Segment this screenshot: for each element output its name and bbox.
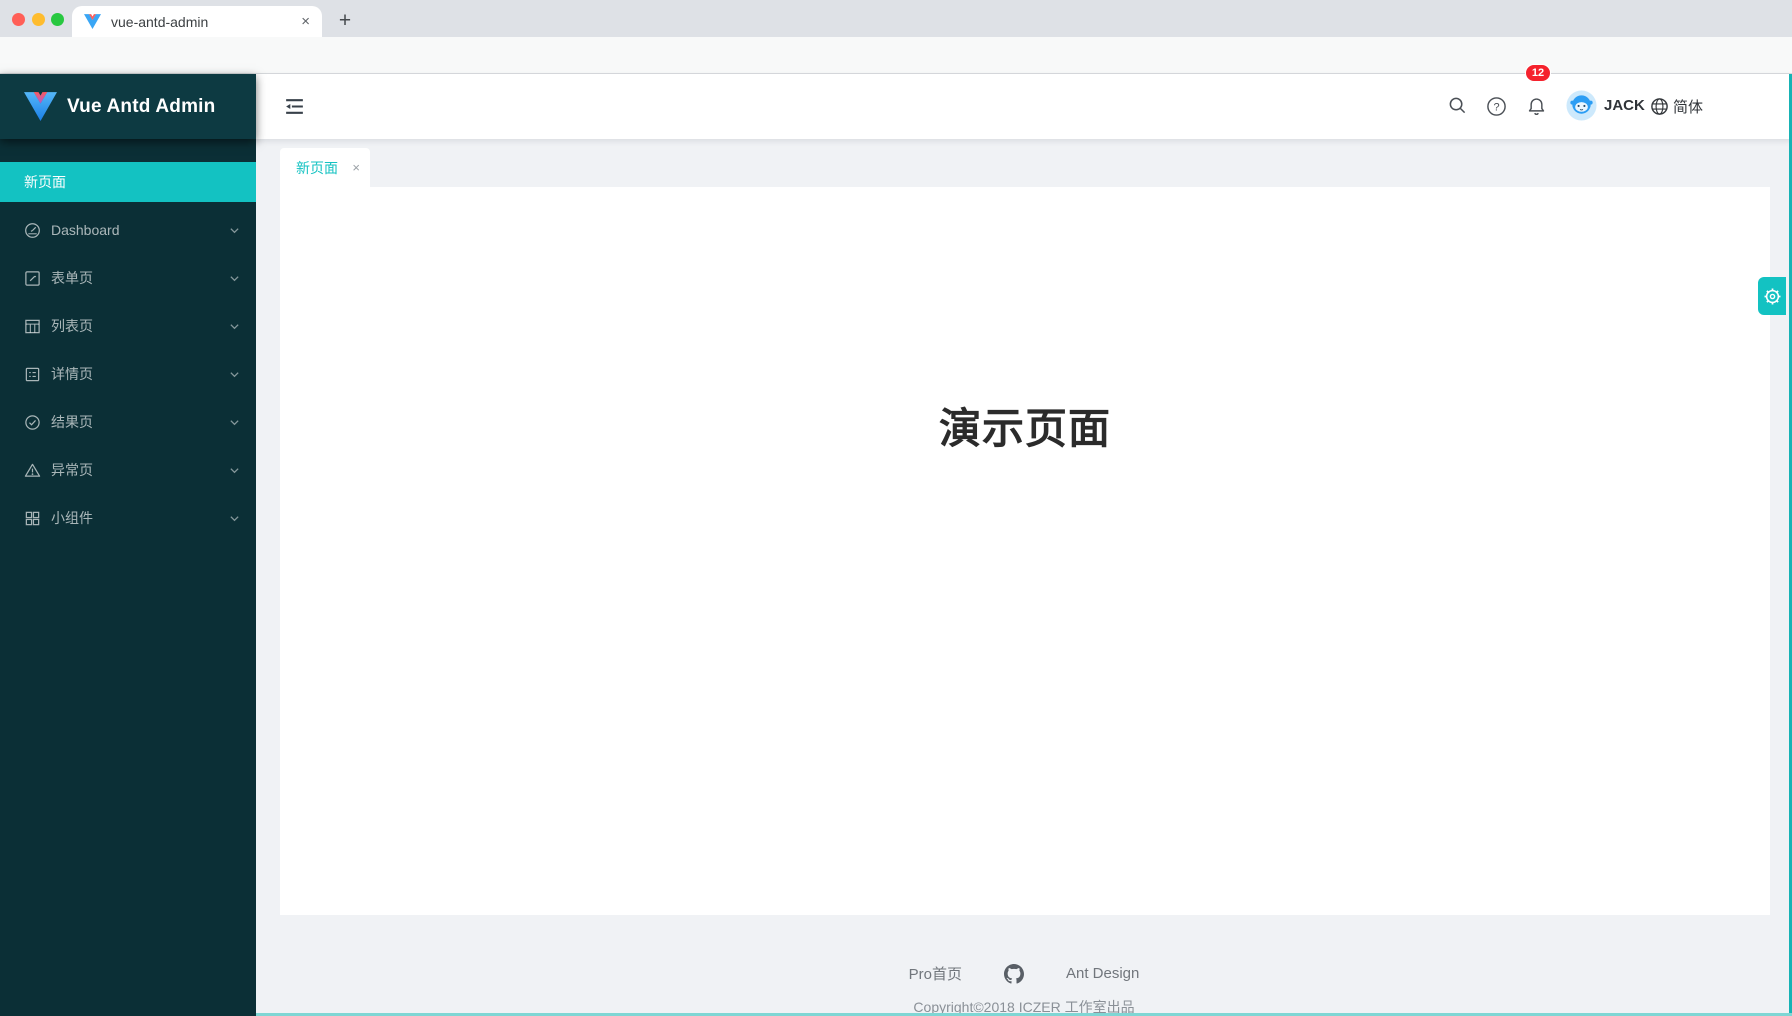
traffic-zoom-button[interactable]	[51, 13, 64, 26]
sidebar-item-label: 新页面	[24, 172, 240, 192]
browser-toolbar: ← → localhost:8080/#/newPage	[0, 37, 1792, 74]
sidebar-item-label: 异常页	[51, 460, 229, 480]
search-icon[interactable]	[1448, 96, 1467, 120]
settings-drawer-button[interactable]	[1758, 277, 1786, 315]
footer: Pro首页 Ant Design Copyright©2018 ICZER 工作…	[256, 915, 1792, 1016]
footer-link-pro-home[interactable]: Pro首页	[909, 963, 962, 984]
sidebar-logo[interactable]: Vue Antd Admin	[0, 74, 256, 139]
svg-text:?: ?	[1493, 102, 1499, 114]
chevron-down-icon	[229, 321, 240, 332]
chevron-down-icon	[229, 513, 240, 524]
new-tab-button[interactable]: +	[332, 8, 358, 34]
screenshot-root: vue-antd-admin × + ← → localhost:8080/#/…	[0, 0, 1792, 1016]
header-actions: ? 12 JACK 简体	[1448, 74, 1748, 139]
dashboard-icon	[24, 222, 41, 239]
chevron-down-icon	[229, 273, 240, 284]
sidebar-item-newpage[interactable]: 新页面	[0, 162, 256, 202]
appstore-icon	[24, 510, 41, 527]
content-card: 演示页面	[280, 187, 1770, 915]
sidebar-item-label: 小组件	[51, 508, 229, 528]
traffic-minimize-button[interactable]	[32, 13, 45, 26]
globe-icon	[1650, 97, 1669, 116]
page-tab-close-icon[interactable]: ×	[352, 160, 360, 175]
notification-badge: 12	[1525, 64, 1551, 82]
chevron-down-icon	[229, 417, 240, 428]
browser-tab-title: vue-antd-admin	[111, 14, 301, 30]
sidebar-item-label: 结果页	[51, 412, 229, 432]
gear-icon	[1763, 287, 1782, 306]
app-header: ? 12 JACK 简体	[256, 74, 1792, 139]
browser-tab-close-icon[interactable]: ×	[301, 13, 310, 30]
profile-icon	[24, 366, 41, 383]
form-icon	[24, 270, 41, 287]
page-title: 演示页面	[280, 395, 1770, 456]
language-label: 简体	[1673, 96, 1703, 117]
app-title: Vue Antd Admin	[67, 96, 215, 118]
traffic-close-button[interactable]	[12, 13, 25, 26]
sidebar-item-label: 表单页	[51, 268, 229, 288]
help-icon[interactable]: ?	[1486, 96, 1507, 122]
chevron-down-icon	[229, 369, 240, 380]
chevron-down-icon	[229, 465, 240, 476]
sidebar-item-label: Dashboard	[51, 222, 229, 238]
sidebar-item-results[interactable]: 结果页	[0, 402, 256, 442]
check-circle-icon	[24, 414, 41, 431]
page-tab-label: 新页面	[296, 158, 346, 178]
sidebar-item-lists[interactable]: 列表页	[0, 306, 256, 346]
sidebar: Vue Antd Admin 新页面 Dashboard 表单页	[0, 74, 256, 1016]
user-avatar[interactable]	[1566, 90, 1597, 121]
sidebar-item-widgets[interactable]: 小组件	[0, 498, 256, 538]
sidebar-item-forms[interactable]: 表单页	[0, 258, 256, 298]
menu-fold-icon[interactable]	[283, 95, 306, 123]
browser-tabstrip: vue-antd-admin × +	[0, 0, 1792, 37]
browser-tab[interactable]: vue-antd-admin ×	[72, 6, 322, 37]
vue-logo-icon	[24, 92, 57, 121]
username[interactable]: JACK	[1604, 97, 1645, 114]
sidebar-item-dashboard[interactable]: Dashboard	[0, 210, 256, 250]
vue-favicon	[84, 14, 101, 29]
table-icon	[24, 318, 41, 335]
warning-icon	[24, 462, 41, 479]
footer-link-ant-design[interactable]: Ant Design	[1066, 965, 1139, 982]
footer-links: Pro首页 Ant Design	[256, 963, 1792, 984]
sidebar-item-exceptions[interactable]: 异常页	[0, 450, 256, 490]
notification-bell-icon[interactable]	[1526, 96, 1547, 122]
sidebar-item-label: 列表页	[51, 316, 229, 336]
sidebar-item-label: 详情页	[51, 364, 229, 384]
sidebar-item-details[interactable]: 详情页	[0, 354, 256, 394]
chevron-down-icon	[229, 225, 240, 236]
page-tab-newpage[interactable]: 新页面 ×	[280, 148, 370, 187]
language-switcher[interactable]: 简体	[1650, 96, 1703, 117]
github-icon[interactable]	[1004, 964, 1024, 984]
